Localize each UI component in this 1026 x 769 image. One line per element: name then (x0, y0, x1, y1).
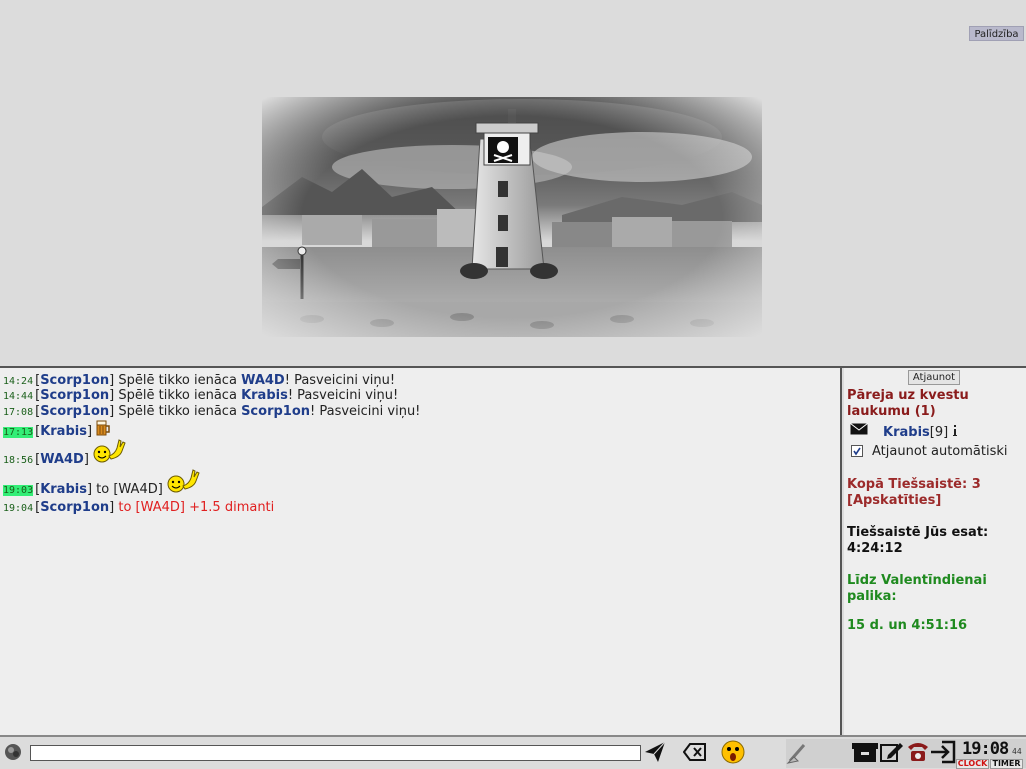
message-time: 14:24 (3, 376, 34, 387)
mail-user[interactable]: Krabis (883, 425, 930, 440)
message-time: 19:03 (3, 485, 34, 496)
message-nick[interactable]: WA4D (40, 452, 84, 467)
clock-seconds: 44 (1012, 747, 1022, 756)
clock-time: 19:08 (962, 739, 1009, 759)
chat-message: 18:56 [WA4D] (3, 438, 126, 467)
message-time: 19:04 (3, 503, 34, 514)
info-icon[interactable] (952, 425, 958, 437)
view-online-link[interactable]: [Apskatīties] (847, 493, 941, 509)
mail-user-level: [9] (929, 425, 949, 440)
chat-panel: 14:24 [Scorp1on] Spēlē tikko ienāca WA4D!… (0, 368, 842, 735)
help-button[interactable]: Palīdzība (969, 26, 1024, 41)
edit-pencil-icon[interactable] (880, 741, 904, 767)
message-text: Spēlē tikko ienāca (118, 404, 242, 419)
message-mention[interactable]: WA4D (241, 373, 285, 388)
message-time: 14:44 (3, 391, 34, 402)
valentine-countdown: 15 d. un 4:51:16 (847, 618, 968, 633)
valentine-label: Līdz Valentīndienai palika: (847, 573, 987, 604)
total-online: Kopā Tiešsaistē: 3 (847, 477, 981, 492)
message-nick[interactable]: Krabis (40, 424, 87, 439)
message-text: Spēlē tikko ienāca (118, 373, 242, 388)
chat-message: 19:04 [Scorp1on] to [WA4D] +1.5 dimanti (3, 500, 275, 515)
message-time: 17:08 (3, 407, 34, 418)
chat-message: 14:44 [Scorp1on] Spēlē tikko ienāca Krabi… (3, 388, 399, 403)
envelope-icon[interactable] (850, 423, 868, 439)
message-tail: ! Pasveicini viņu! (287, 388, 399, 403)
broom-icon[interactable] (786, 741, 810, 769)
message-tail: ! Pasveicini viņu! (284, 373, 396, 388)
clear-input-icon[interactable] (682, 742, 707, 766)
message-target: to [WA4D] (92, 482, 163, 497)
message-mention[interactable]: Scorp1on (241, 404, 310, 419)
refresh-button[interactable]: Atjaunot (908, 370, 960, 385)
message-tail: ! Pasveicini viņu! (310, 404, 421, 419)
message-target: to [WA4D] +1.5 dimanti (114, 500, 275, 515)
message-time: 18:56 (3, 455, 34, 466)
bottom-toolbar: 19:08 44 CLOCK TIMER (0, 735, 1026, 769)
message-time: 17:13 (3, 427, 34, 438)
your-online-label: Tiešsaistē Jūs esat: (847, 525, 989, 540)
message-nick[interactable]: Scorp1on (40, 373, 109, 388)
send-icon[interactable] (643, 740, 667, 768)
message-text: Spēlē tikko ienāca (118, 388, 242, 403)
avatar-icon[interactable] (3, 742, 23, 766)
chat-message: 17:08 [Scorp1on] Spēlē tikko ienāca Scorp… (3, 404, 421, 419)
auto-refresh-label[interactable]: Atjaunot automātiski (872, 444, 1008, 460)
emoticons-icon[interactable] (720, 739, 746, 769)
chat-message: 19:03 [Krabis] to [WA4D] (3, 468, 200, 497)
message-nick[interactable]: Scorp1on (40, 500, 109, 515)
mail-user-row: Krabis[9] (883, 425, 958, 441)
quest-link[interactable]: Pāreja uz kvestu laukumu (1) (847, 388, 1017, 420)
auto-refresh-checkbox[interactable] (851, 445, 863, 457)
message-nick[interactable]: Scorp1on (40, 388, 109, 403)
logout-icon[interactable] (930, 740, 956, 768)
message-mention[interactable]: Krabis (241, 388, 288, 403)
inventory-box-icon[interactable] (852, 740, 878, 768)
telephone-icon[interactable] (906, 741, 930, 767)
chat-input[interactable] (30, 745, 641, 761)
lighthouse-scene-image (262, 97, 762, 337)
message-nick[interactable]: Krabis (40, 482, 87, 497)
your-online-time: 4:24:12 (847, 541, 903, 556)
sidebar-panel: Atjaunot Pāreja uz kvestu laukumu (1) Kr… (844, 368, 1026, 735)
clock-widget[interactable]: 19:08 44 CLOCK TIMER (956, 739, 1024, 769)
message-nick[interactable]: Scorp1on (40, 404, 109, 419)
